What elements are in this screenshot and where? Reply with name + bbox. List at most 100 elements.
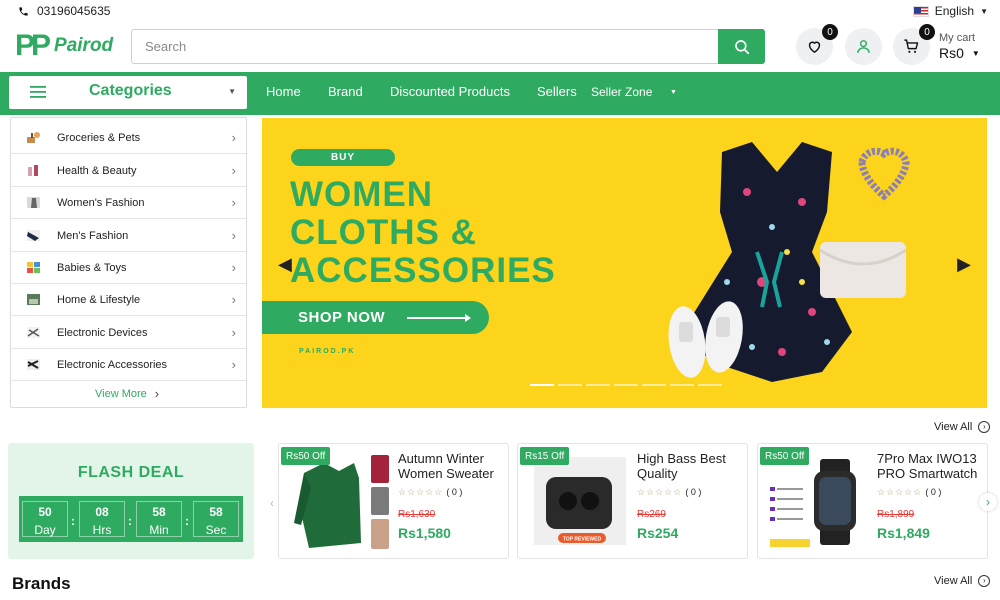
discount-badge: Rs50 Off	[281, 447, 331, 465]
sidebar-item-mens-fashion[interactable]: Men's Fashion ›	[11, 220, 246, 252]
svg-text:TOP REVIEWED: TOP REVIEWED	[563, 537, 602, 543]
nav-sellers[interactable]: Sellers	[537, 84, 577, 99]
user-icon	[857, 40, 870, 53]
sidebar-item-electronic-devices[interactable]: Electronic Devices ›	[11, 317, 246, 349]
chevron-right-icon: ›	[231, 357, 236, 372]
caret-down-icon: ▼	[980, 6, 988, 16]
categories-dropdown[interactable]: Categories ▼	[9, 76, 247, 109]
language-selector[interactable]: English ▼	[912, 4, 988, 18]
cart-button[interactable]: 0	[893, 24, 935, 65]
search-bar	[131, 29, 765, 64]
chevron-right-icon: ›	[231, 260, 236, 275]
wishlist-button[interactable]: 0	[796, 24, 838, 65]
product-card[interactable]: Rs50 Off Autumn Winter Women Sweater ☆☆☆…	[278, 443, 509, 559]
sidebar-item-groceries-pets[interactable]: Groceries & Pets ›	[11, 122, 246, 154]
language-label: English	[934, 4, 975, 18]
caret-down-icon: ▼	[670, 89, 677, 96]
product-name[interactable]: High Bass Best Quality	[637, 451, 745, 481]
home-lifestyle-thumb-icon	[27, 294, 40, 305]
menu-icon	[30, 86, 46, 98]
search-button[interactable]	[718, 29, 765, 64]
timer-seconds-value: 58	[209, 505, 223, 519]
health-beauty-thumb-icon	[28, 165, 38, 176]
sidebar-item-label: Electronic Devices	[57, 326, 148, 339]
star-icons: ☆☆☆☆☆	[637, 487, 683, 497]
account-button[interactable]	[845, 28, 882, 65]
banner-dot[interactable]	[614, 384, 638, 386]
product-card[interactable]: Rs50 Off 7Pro Max IWO13 PRO Smartwatch ☆…	[757, 443, 988, 559]
cart-count-badge: 0	[919, 24, 935, 40]
shop-now-label: SHOP NOW	[298, 309, 386, 326]
timer-seconds-label: Sec	[205, 523, 227, 537]
banner-dot[interactable]	[586, 384, 610, 386]
products-prev-arrow[interactable]: ‹	[270, 496, 274, 510]
banner-headline-line3: ACCESSORIES	[290, 251, 556, 290]
banner-site-label: PAIROD.PK	[299, 348, 356, 355]
phone-contact[interactable]: 03196045635	[18, 4, 110, 18]
logo-mark: PP	[15, 29, 51, 62]
banner-dot[interactable]	[558, 384, 582, 386]
sidebar-item-label: Home & Lifestyle	[57, 293, 141, 306]
womens-fashion-thumb-icon	[27, 197, 40, 208]
sweater-image	[294, 455, 389, 549]
timer-separator: :	[71, 514, 75, 528]
sidebar-item-label: Women's Fashion	[57, 196, 145, 209]
product-rating: ☆☆☆☆☆( 0 )	[398, 487, 462, 498]
sidebar-item-health-beauty[interactable]: Health & Beauty ›	[11, 155, 246, 187]
earbuds-image: TOP REVIEWED	[534, 457, 626, 545]
search-input[interactable]	[132, 30, 718, 63]
hero-banner[interactable]: BUY WOMEN CLOTHS & ACCESSORIES SHOP NOW …	[262, 118, 987, 408]
timer-separator: :	[128, 514, 132, 528]
timer-minutes-label: Min	[149, 523, 169, 537]
logo-text: Pairod	[54, 35, 114, 56]
product-card[interactable]: TOP REVIEWED Rs15 Off High Bass Best Qua…	[517, 443, 748, 559]
cart-amount: Rs0	[939, 45, 964, 61]
arrow-right-icon	[407, 314, 471, 322]
banner-prev-arrow[interactable]: ◀	[278, 254, 292, 275]
site-logo[interactable]: PP Pairod	[15, 29, 114, 62]
caret-down-icon: ▼	[971, 49, 980, 58]
products-next-arrow[interactable]: ›	[979, 493, 997, 511]
nav-home[interactable]: Home	[266, 84, 301, 99]
discount-badge: Rs50 Off	[760, 447, 810, 465]
cart-icon	[904, 39, 919, 53]
timer-separator: :	[185, 514, 189, 528]
old-price: Rs1,899	[877, 509, 915, 520]
timer-hours-value: 08	[95, 505, 109, 519]
old-price: Rs1,630	[398, 509, 436, 520]
sidebar-item-womens-fashion[interactable]: Women's Fashion ›	[11, 187, 246, 219]
cart-summary[interactable]: My cart Rs0 ▼	[939, 32, 980, 60]
view-all-label: View All	[934, 421, 973, 433]
timer-seconds: 58 Sec	[193, 501, 239, 537]
banner-dot[interactable]	[670, 384, 694, 386]
nav-discounted-products[interactable]: Discounted Products	[390, 84, 510, 99]
nav-seller-zone[interactable]: Seller Zone	[591, 85, 652, 99]
sidebar-item-babies-toys[interactable]: Babies & Toys ›	[11, 252, 246, 284]
sidebar-item-label: Babies & Toys	[57, 261, 127, 274]
chevron-right-icon: ›	[231, 325, 236, 340]
nav-brand[interactable]: Brand	[328, 84, 363, 99]
flash-deal-panel: FLASH DEAL 50 Day : 08 Hrs : 58 Min : 58…	[8, 443, 254, 559]
banner-dot[interactable]	[642, 384, 666, 386]
dress-accessories-image	[668, 142, 910, 382]
chevron-right-circle-icon: ›	[978, 575, 991, 587]
view-more-link[interactable]: View More ›	[95, 386, 159, 401]
banner-dot[interactable]	[530, 384, 554, 386]
product-name[interactable]: 7Pro Max IWO13 PRO Smartwatch	[877, 451, 985, 481]
shop-now-button[interactable]: SHOP NOW	[262, 301, 489, 334]
brands-view-all[interactable]: View All ›	[934, 575, 991, 587]
chevron-right-icon: ›	[231, 228, 236, 243]
star-icons: ☆☆☆☆☆	[877, 487, 923, 497]
product-name[interactable]: Autumn Winter Women Sweater	[398, 451, 506, 481]
brands-heading: Brands	[12, 574, 71, 593]
categories-label: Categories	[89, 82, 172, 99]
electronic-devices-thumb-icon	[27, 327, 40, 338]
electronic-accessories-thumb-icon	[27, 359, 40, 370]
banner-next-arrow[interactable]: ▶	[957, 254, 971, 275]
sidebar-item-electronic-accessories[interactable]: Electronic Accessories ›	[11, 349, 246, 381]
sidebar-item-home-lifestyle[interactable]: Home & Lifestyle ›	[11, 284, 246, 316]
review-count: ( 0 )	[446, 487, 463, 497]
current-price: Rs1,849	[877, 525, 930, 541]
banner-dot[interactable]	[698, 384, 722, 386]
products-view-all[interactable]: View All ›	[934, 421, 991, 433]
